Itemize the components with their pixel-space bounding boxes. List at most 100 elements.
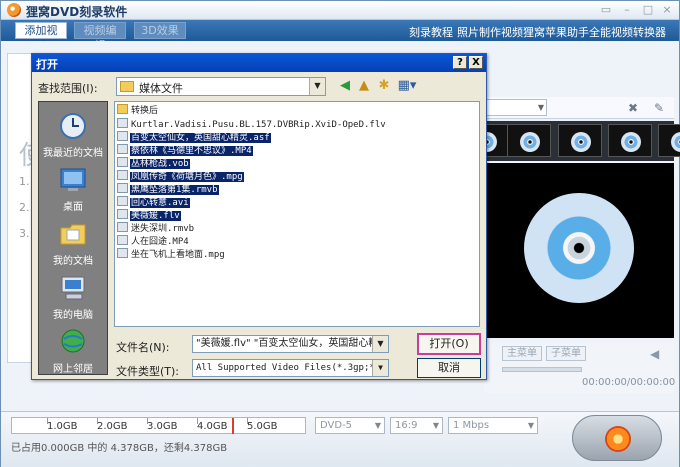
list-item[interactable]: 凤凰传奇《荷塘月色》.mpg: [117, 170, 244, 182]
list-item[interactable]: 转换后: [117, 104, 159, 116]
filename-label: 文件名(N):: [116, 341, 170, 354]
app-logo-icon: [7, 3, 21, 17]
dialog-close-button[interactable]: X: [469, 56, 483, 69]
filetype-label: 文件类型(T):: [116, 365, 180, 378]
menu-template-select[interactable]: ▼: [486, 99, 547, 116]
player-controls: 主菜单 子菜单 ◀ 00:00:00/00:00:00: [484, 343, 676, 393]
menu-thumbnails: [464, 121, 680, 161]
filetype-select[interactable]: All Supported Video Files(*.3gp;*.3gp ▼: [192, 359, 389, 377]
video-file-icon: [117, 170, 128, 180]
view-menu-icon[interactable]: ▦▾: [396, 78, 418, 94]
capacity-tick: 3.0GB: [147, 421, 178, 432]
link-photo-video[interactable]: 照片制作视频: [457, 24, 523, 40]
video-file-icon: [117, 118, 128, 128]
filename-input[interactable]: "美薇媛.flv" "百变太空仙女，英国甜心精 ▼: [192, 335, 389, 353]
link-burn-tutorial[interactable]: 刻录教程: [409, 24, 453, 40]
capacity-tick: 2.0GB: [97, 421, 128, 432]
playback-time: 00:00:00/00:00:00: [582, 377, 676, 388]
place-recent[interactable]: 我最近的文档: [39, 106, 107, 160]
close-button[interactable]: ×: [660, 4, 674, 17]
capacity-limit-marker: [232, 418, 234, 434]
bottom-bar: 1.0GB 2.0GB 3.0GB 4.0GB 5.0GB 已占用0.000GB…: [1, 411, 679, 467]
capacity-status: 已占用0.000GB 中的 4.378GB，还剩4.378GB: [11, 443, 228, 454]
tab-3d-effect[interactable]: 3D效果: [134, 22, 186, 39]
chevron-down-icon[interactable]: ▼: [309, 78, 325, 95]
chevron-down-icon[interactable]: ▼: [372, 360, 388, 376]
sub-menu-button[interactable]: 子菜单: [546, 346, 586, 361]
aspect-select[interactable]: 16:9 ▼: [390, 417, 443, 434]
video-preview: [484, 163, 674, 338]
my-documents-folder-icon: [60, 224, 86, 245]
place-my-computer[interactable]: 我的电脑: [39, 268, 107, 322]
list-item[interactable]: 人在囧途.MP4: [117, 235, 190, 247]
minimize-button[interactable]: –: [620, 4, 634, 17]
list-item[interactable]: 黑鹰坠落第1集.rmvb: [117, 183, 219, 195]
look-in-select[interactable]: 媒体文件 ▼: [116, 77, 326, 96]
up-folder-icon[interactable]: ▲: [356, 78, 372, 94]
back-icon[interactable]: ◀: [337, 78, 353, 94]
seek-slider[interactable]: [502, 367, 582, 372]
dialog-title-bar: 打开 ? X: [32, 54, 486, 72]
left-panel-item: 1.: [19, 175, 30, 188]
thumbnail[interactable]: [558, 124, 602, 157]
list-item[interactable]: 百变太空仙女，英国甜心精灵.asf: [117, 131, 271, 143]
bitrate-select[interactable]: 1 Mbps ▼: [448, 417, 538, 434]
dialog-title: 打开: [36, 58, 58, 71]
folder-icon: [117, 104, 128, 114]
help-button[interactable]: ?: [453, 56, 467, 69]
left-panel-item: 3.: [19, 227, 30, 240]
volume-icon[interactable]: ◀: [650, 347, 659, 361]
list-item[interactable]: 坐在飞机上看地面.mpg: [117, 248, 226, 260]
chevron-down-icon[interactable]: ▼: [372, 336, 388, 352]
list-item[interactable]: 回心转意.avi: [117, 196, 190, 208]
preview-toolbar: ▼ ✖ ✎: [484, 97, 674, 119]
burn-button[interactable]: [572, 415, 662, 461]
list-item[interactable]: 丛林枪战.vob: [117, 157, 190, 169]
main-menu-button[interactable]: 主菜单: [502, 346, 542, 361]
look-in-label: 查找范围(I):: [38, 82, 98, 95]
capacity-tick: 4.0GB: [197, 421, 228, 432]
video-file-icon: [117, 196, 128, 206]
video-file-icon: [117, 144, 128, 154]
dvd-disc-icon: [524, 193, 634, 303]
place-desktop[interactable]: 桌面: [39, 160, 107, 214]
thumbnail[interactable]: [658, 124, 680, 157]
list-item[interactable]: Kurtlar.Vadisi.Pusu.BL.157.DVBRip.XviD-O…: [117, 118, 387, 130]
flame-icon: [605, 426, 631, 452]
video-file-icon: [117, 131, 128, 141]
link-video-converter[interactable]: 全能视频转换器: [589, 24, 666, 40]
capacity-tick: 1.0GB: [47, 421, 78, 432]
edit-icon[interactable]: ✎: [654, 101, 664, 115]
video-file-icon: [117, 248, 128, 258]
new-folder-icon[interactable]: ✱: [376, 78, 392, 94]
video-file-icon: [117, 157, 128, 167]
network-globe-icon: [61, 329, 85, 353]
recent-documents-icon: [60, 113, 86, 139]
video-file-icon: [117, 209, 128, 219]
place-my-documents[interactable]: 我的文档: [39, 214, 107, 268]
list-item[interactable]: 美薇媛.flv: [117, 209, 181, 221]
my-computer-icon: [61, 276, 85, 300]
tab-add-video[interactable]: 添加视频: [15, 22, 67, 52]
file-list[interactable]: 转换后 Kurtlar.Vadisi.Pusu.BL.157.DVBRip.Xv…: [114, 101, 480, 327]
link-apple-helper[interactable]: 狸窝苹果助手: [523, 24, 589, 40]
places-bar: 我最近的文档 桌面 我的文档 我的电脑 网上邻居: [38, 101, 108, 375]
disc-type-select[interactable]: DVD-5 ▼: [315, 417, 385, 434]
folder-icon: [120, 81, 134, 92]
delete-icon[interactable]: ✖: [628, 101, 638, 115]
tab-video-edit[interactable]: 视频编辑: [74, 22, 126, 52]
thumbnail[interactable]: [608, 124, 652, 157]
open-button[interactable]: 打开(O): [417, 333, 481, 355]
cancel-button[interactable]: 取消: [417, 358, 481, 378]
thumbnail[interactable]: [507, 124, 551, 157]
left-panel-item: 2.: [19, 201, 30, 214]
title-bar: 狸窝DVD刻录软件 ▭ – □ ×: [1, 1, 679, 20]
top-toolbar: 添加视频 视频编辑 3D效果 刻录教程 照片制作视频 狸窝苹果助手 全能视频转换…: [1, 20, 679, 52]
place-network[interactable]: 网上邻居: [39, 322, 107, 376]
maximize-button[interactable]: □: [641, 4, 655, 17]
minimize-icon[interactable]: ▭: [599, 4, 613, 17]
list-item[interactable]: 迷失深圳.rmvb: [117, 222, 195, 234]
video-file-icon: [117, 222, 128, 232]
desktop-icon: [60, 168, 86, 191]
list-item[interactable]: 蔡依林《马德里不思议》.MP4: [117, 144, 253, 156]
